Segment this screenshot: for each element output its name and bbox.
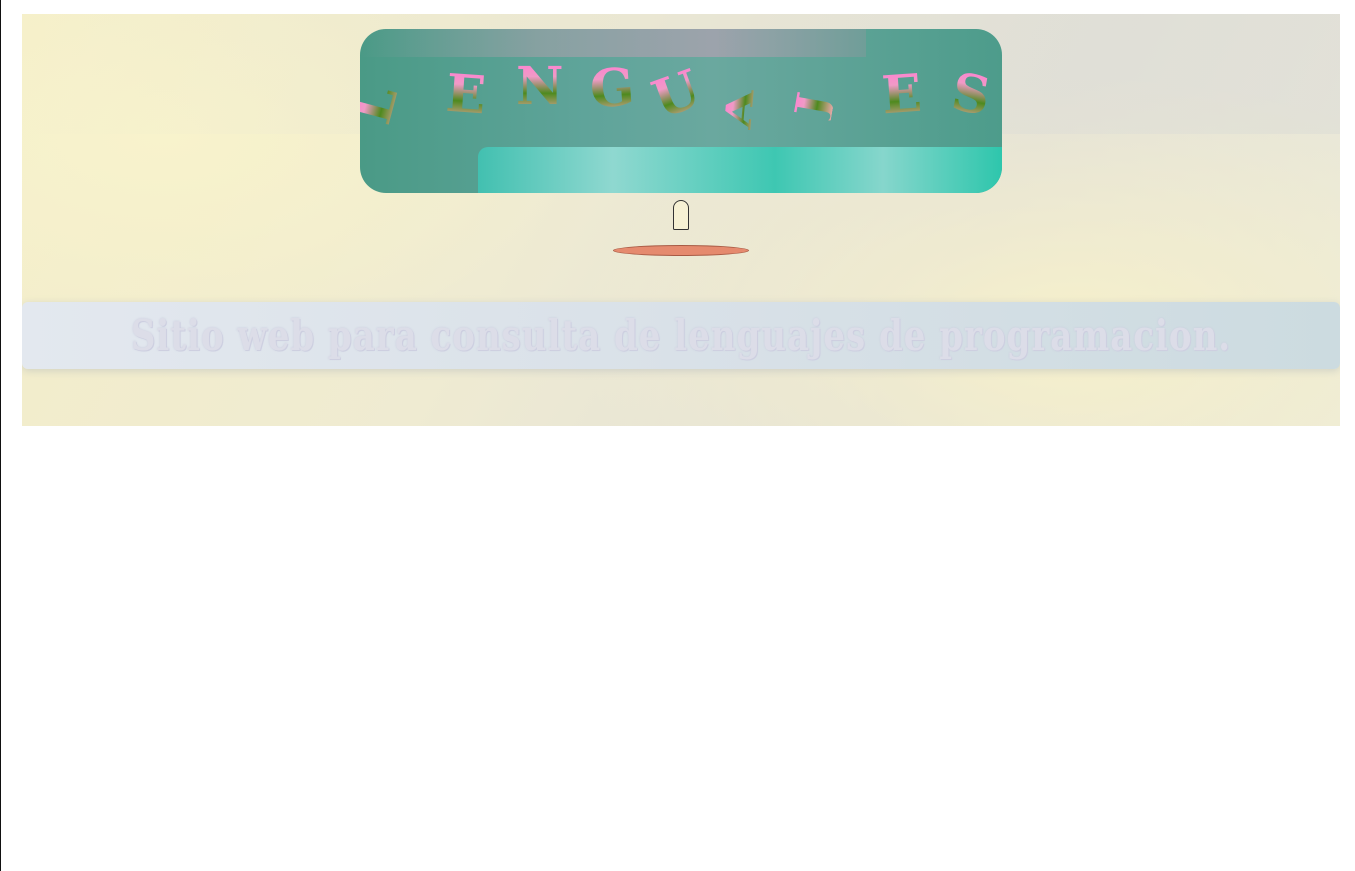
site-subtitle: Sitio web para consulta de lenguajes de … — [130, 310, 1232, 361]
subtitle-band: Sitio web para consulta de lenguajes de … — [22, 302, 1340, 369]
hero-banner: L E N G U A J E S Sitio web para consult… — [22, 14, 1340, 426]
monitor-screen: L E N G U A J E S — [360, 29, 1002, 193]
title-letter: E — [443, 62, 488, 127]
title-letter: N — [516, 56, 564, 117]
screen-panel — [478, 147, 1002, 193]
cursor-icon — [673, 200, 689, 230]
title-letter: L — [360, 79, 410, 130]
title-letter: G — [587, 56, 637, 121]
screen-top-bar — [360, 29, 866, 57]
title-letter: J — [785, 88, 839, 122]
site-title: L E N G U A J E S — [360, 57, 1002, 137]
title-letter: U — [644, 58, 709, 131]
accent-bar — [613, 245, 749, 256]
page-left-border — [0, 0, 1, 871]
title-letter: S — [947, 61, 995, 128]
title-letter: A — [716, 87, 763, 131]
title-letter: E — [879, 62, 924, 127]
